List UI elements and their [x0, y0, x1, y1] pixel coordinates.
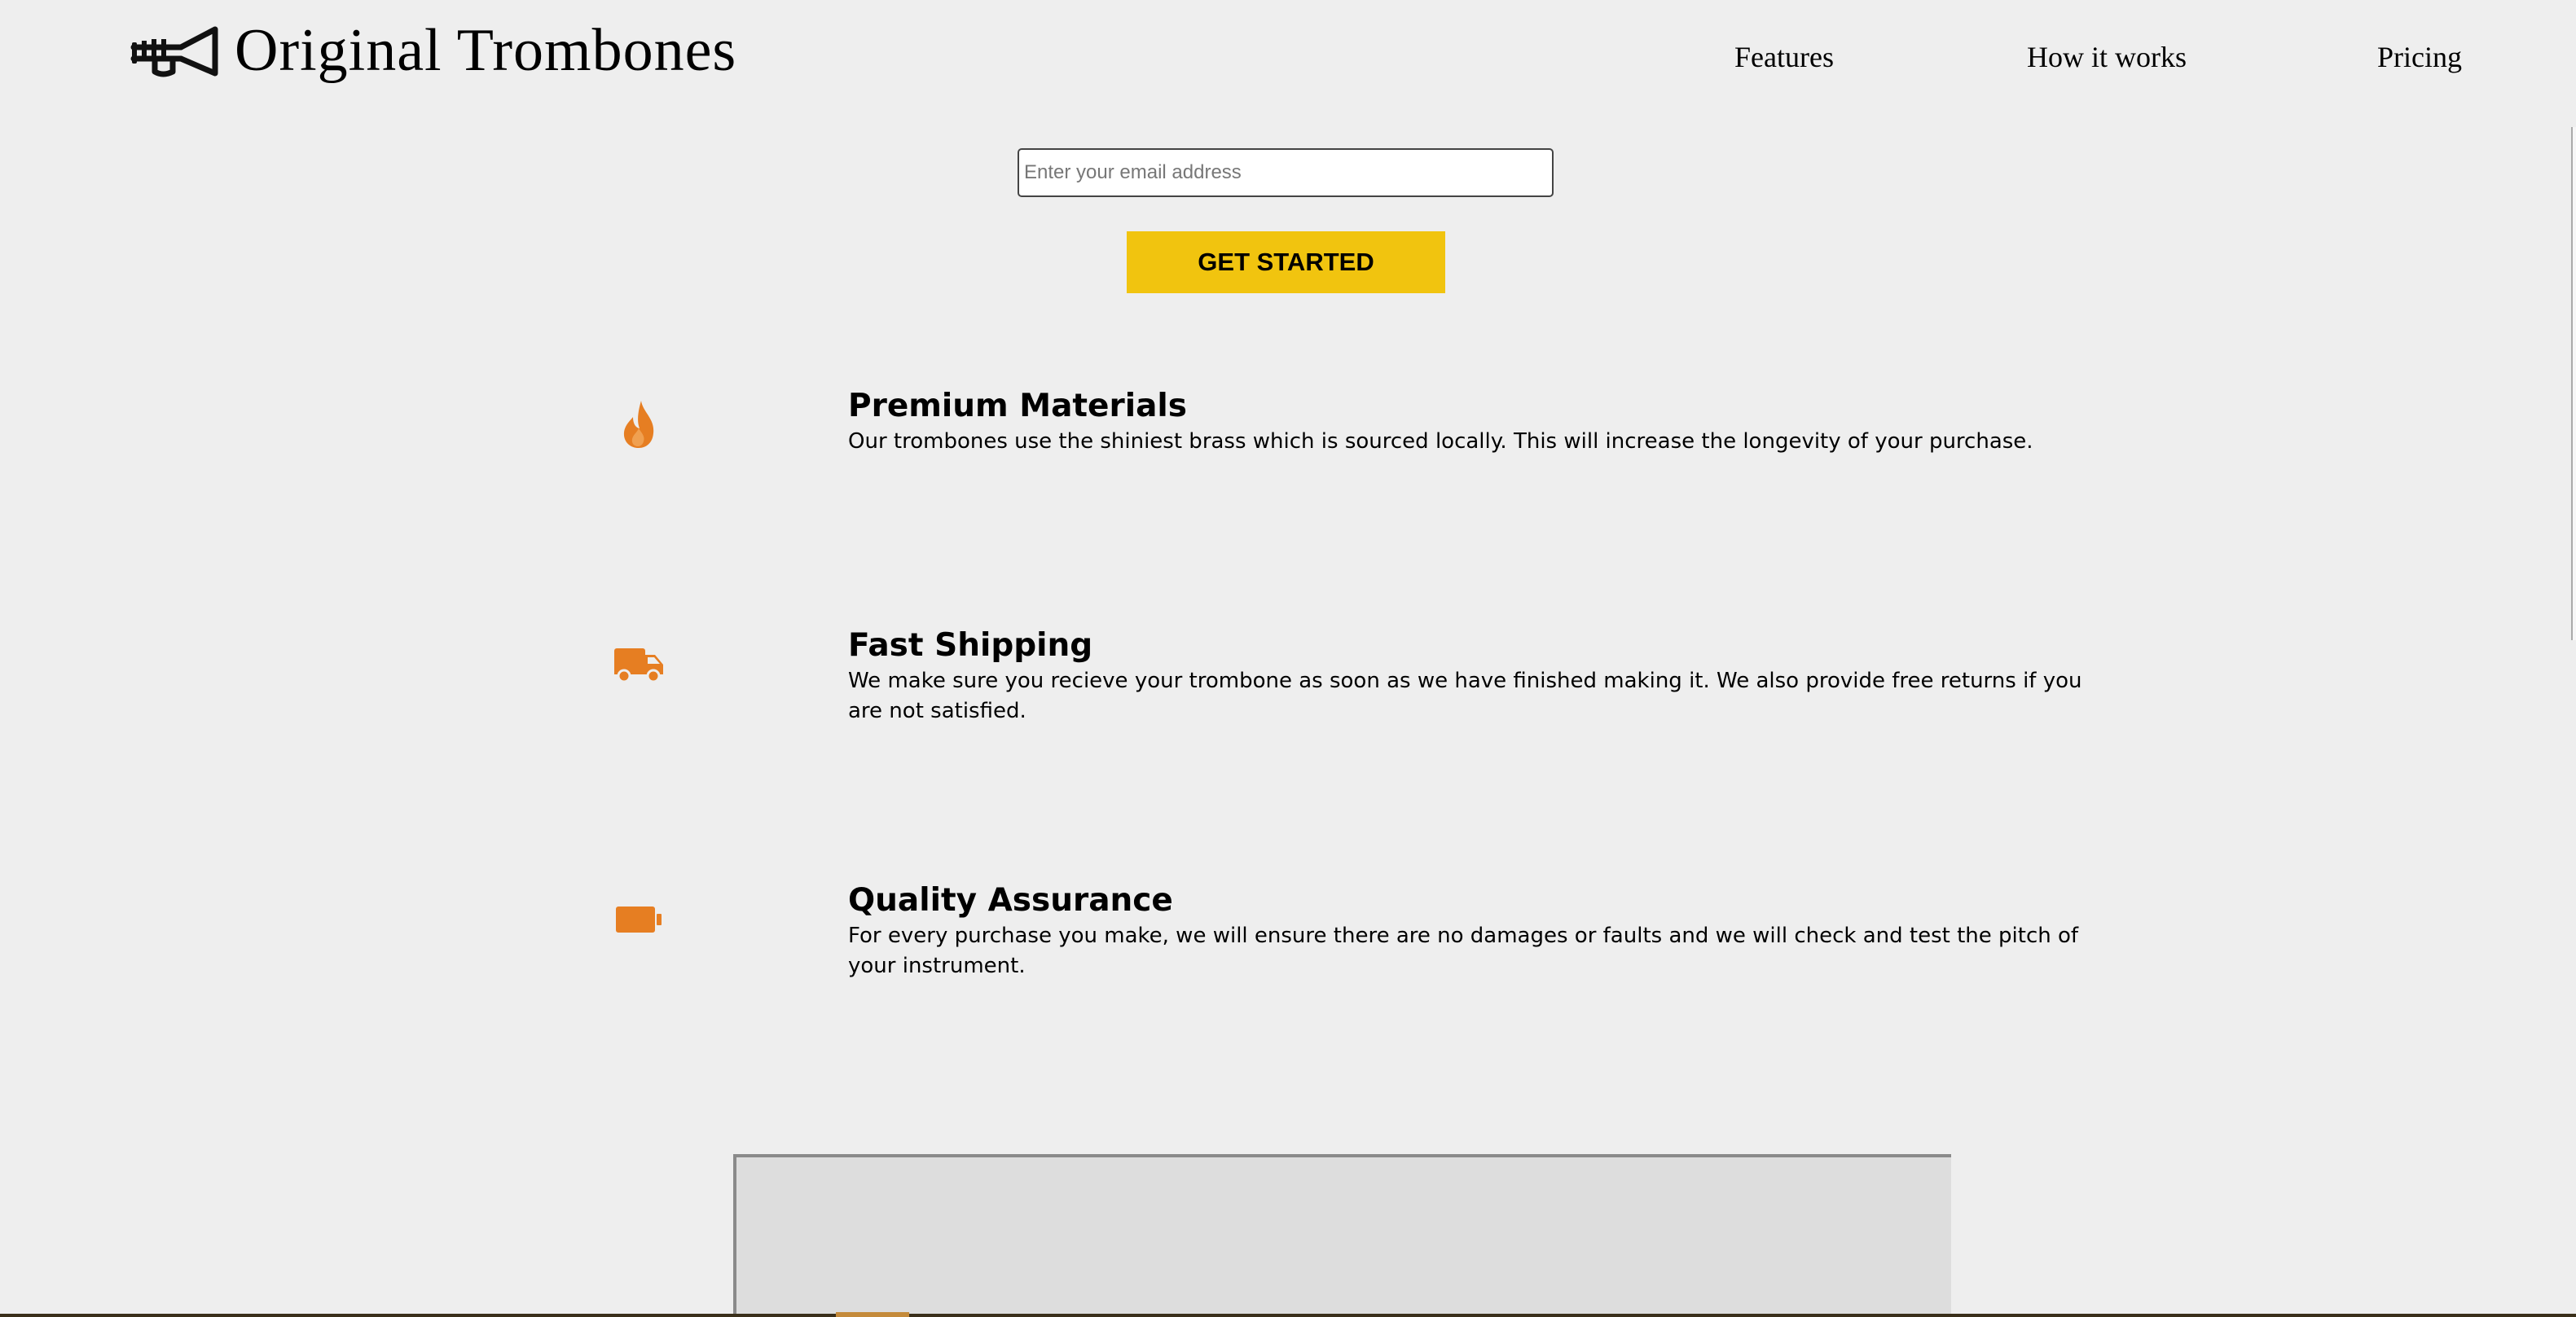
email-input[interactable]: [1018, 148, 1554, 197]
page-header: Original Trombones Features How it works…: [0, 0, 2576, 106]
feature-description: For every purchase you make, we will ens…: [848, 924, 2079, 978]
nav-link-how-it-works[interactable]: How it works: [2027, 33, 2187, 81]
fire-icon: [611, 396, 666, 451]
scrollbar[interactable]: [2571, 127, 2576, 640]
feature-description: We make sure you recieve your trombone a…: [848, 669, 2082, 723]
feature-title: Quality Assurance: [848, 882, 1173, 919]
feature-description: Our trombones use the shiniest brass whi…: [848, 429, 2033, 454]
get-started-button[interactable]: GET STARTED: [1127, 231, 1445, 293]
truck-icon: [611, 637, 666, 692]
feature-text: Premium Materials Our trombones use the …: [848, 386, 2095, 457]
trumpet-logo-icon[interactable]: [130, 23, 220, 80]
video-player[interactable]: [733, 1154, 1951, 1317]
brand-name: Original Trombones: [235, 17, 737, 84]
feature-title: Fast Shipping: [848, 627, 1093, 664]
section-divider-accent: [836, 1312, 909, 1317]
section-divider: [0, 1314, 2576, 1317]
feature-text: Quality Assurance For every purchase you…: [848, 880, 2095, 981]
nav-link-features[interactable]: Features: [1734, 33, 1834, 81]
feature-text: Fast Shipping We make sure you recieve y…: [848, 626, 2095, 727]
nav-link-pricing[interactable]: Pricing: [2377, 33, 2462, 81]
feature-title: Premium Materials: [848, 388, 1187, 424]
battery-icon: [611, 892, 666, 947]
